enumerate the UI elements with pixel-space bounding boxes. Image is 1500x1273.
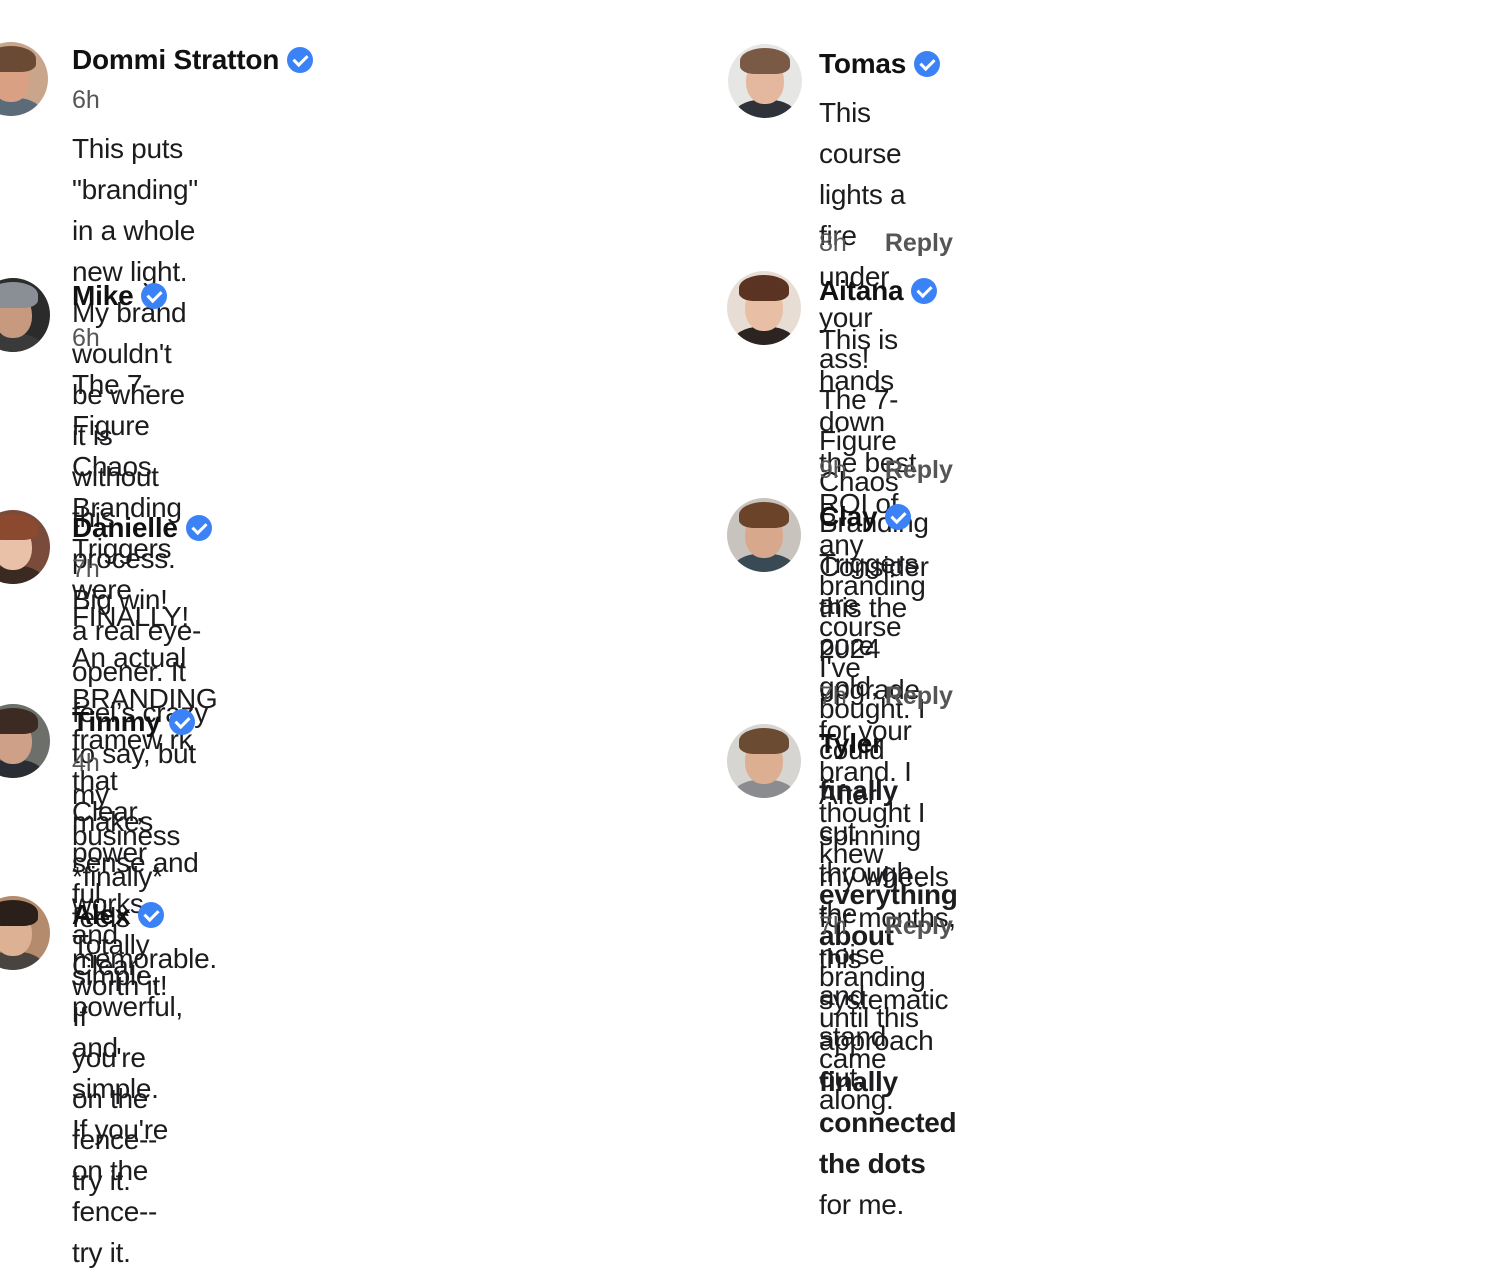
verified-badge-icon xyxy=(287,47,314,73)
author-name[interactable]: Danielle xyxy=(72,512,178,544)
author-name[interactable]: Aitana xyxy=(819,275,904,307)
reply-button[interactable]: Reply xyxy=(885,682,953,711)
author-name[interactable]: Timmy xyxy=(72,706,161,738)
avatar[interactable] xyxy=(727,498,801,572)
comment-time: 4h xyxy=(72,749,100,777)
author-name[interactable]: Clay xyxy=(819,501,878,533)
avatar[interactable] xyxy=(0,42,48,116)
avatar[interactable] xyxy=(0,510,50,584)
avatar[interactable] xyxy=(0,278,50,352)
comment-time: 7h xyxy=(819,912,847,940)
comment-time: 9h xyxy=(819,456,847,484)
avatar[interactable] xyxy=(727,271,801,345)
verified-badge-icon xyxy=(914,51,941,77)
verified-badge-icon xyxy=(185,515,212,541)
comment-time: 8h xyxy=(819,229,847,257)
comment-time: 7h xyxy=(819,682,847,710)
verified-badge-icon xyxy=(885,504,912,530)
comment-meta: 7h Reply xyxy=(819,912,953,941)
comment-time: 6h xyxy=(72,324,100,352)
comment-time: 7h xyxy=(72,555,100,583)
author-name[interactable]: Tyler xyxy=(819,728,883,760)
comment-meta: 7h Reply xyxy=(819,682,953,711)
verified-badge-icon xyxy=(138,902,165,928)
comment-meta: 8h Reply xyxy=(819,229,953,258)
author-name[interactable]: Tomas xyxy=(819,48,906,80)
author-name[interactable]: Alex xyxy=(72,899,131,931)
comment-time: 6h xyxy=(72,86,100,114)
avatar[interactable] xyxy=(727,724,801,798)
verified-badge-icon xyxy=(168,709,195,735)
comment-meta: 9h Reply xyxy=(819,456,953,485)
avatar[interactable] xyxy=(728,44,802,118)
comment-text: Clear, powerful, and simple. If you're o… xyxy=(72,950,183,1268)
author-name[interactable]: Mike xyxy=(72,280,134,312)
reply-button[interactable]: Reply xyxy=(885,456,953,485)
avatar[interactable] xyxy=(0,704,50,778)
verified-badge-icon xyxy=(911,278,938,304)
verified-badge-icon xyxy=(141,283,168,309)
avatar[interactable] xyxy=(0,896,50,970)
author-name[interactable]: Dommi Stratton xyxy=(72,44,279,76)
reply-button[interactable]: Reply xyxy=(885,912,953,941)
reply-button[interactable]: Reply xyxy=(885,229,953,258)
